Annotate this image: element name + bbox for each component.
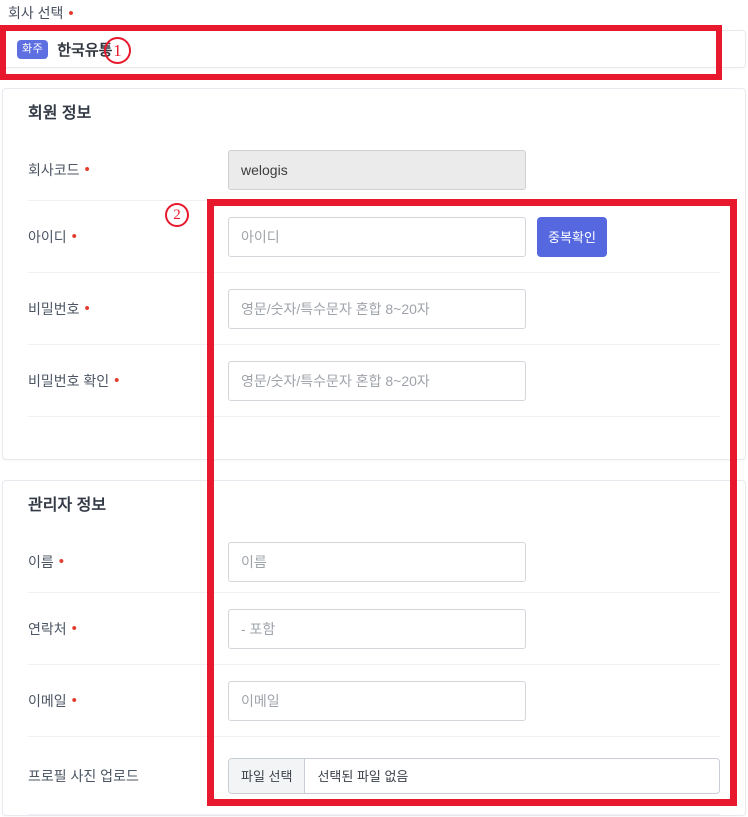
- profile-file-input[interactable]: 파일 선택 선택된 파일 없음: [228, 758, 720, 794]
- required-dot: •: [72, 693, 77, 708]
- contact-row: 연락처 •: [28, 593, 720, 665]
- company-code-label-text: 회사코드: [28, 160, 80, 180]
- selected-company-card[interactable]: 화주 한국유통: [2, 30, 746, 68]
- required-dot: •: [85, 301, 90, 316]
- password-row: 비밀번호 •: [28, 273, 720, 345]
- duplicate-check-button[interactable]: 중복확인: [537, 217, 607, 257]
- password-confirm-label-text: 비밀번호 확인: [28, 371, 109, 391]
- required-dot: •: [114, 373, 119, 388]
- contact-label: 연락처 •: [28, 619, 228, 639]
- email-input[interactable]: [228, 681, 526, 721]
- profile-upload-row: 프로필 사진 업로드 파일 선택 선택된 파일 없음: [28, 737, 720, 815]
- contact-input[interactable]: [228, 609, 526, 649]
- company-code-input: [228, 150, 526, 190]
- required-dot: •: [72, 229, 77, 244]
- company-code-label: 회사코드 •: [28, 160, 228, 180]
- user-id-label: 아이디 •: [28, 227, 228, 247]
- member-info-section: 회원 정보 회사코드 • 아이디 • 중복확인 비밀번호 • 비밀번호 확인 •: [2, 88, 746, 460]
- required-dot: •: [85, 162, 90, 177]
- password-confirm-label: 비밀번호 확인 •: [28, 371, 228, 391]
- shipper-badge: 화주: [17, 40, 48, 59]
- email-label: 이메일 •: [28, 691, 228, 711]
- admin-info-section: 관리자 정보 이름 • 연락처 • 이메일 • 프로필 사진 업로드 파일 선택: [2, 480, 746, 816]
- company-name: 한국유통: [57, 39, 112, 60]
- company-select-label-text: 회사 선택: [8, 3, 63, 23]
- company-select-label: 회사 선택 •: [8, 3, 748, 23]
- file-status-text: 선택된 파일 없음: [305, 766, 420, 785]
- password-confirm-row: 비밀번호 확인 •: [28, 345, 720, 417]
- name-input[interactable]: [228, 542, 526, 582]
- name-label: 이름 •: [28, 552, 228, 572]
- password-input[interactable]: [228, 289, 526, 329]
- required-dot: •: [72, 621, 77, 636]
- contact-label-text: 연락처: [28, 619, 67, 639]
- name-label-text: 이름: [28, 552, 54, 572]
- company-code-row: 회사코드 •: [28, 139, 720, 201]
- admin-info-title: 관리자 정보: [28, 495, 720, 517]
- user-id-row: 아이디 • 중복확인: [28, 201, 720, 273]
- name-row: 이름 •: [28, 531, 720, 593]
- user-id-label-text: 아이디: [28, 227, 67, 247]
- required-dot: •: [68, 6, 73, 21]
- email-row: 이메일 •: [28, 665, 720, 737]
- password-confirm-input[interactable]: [228, 361, 526, 401]
- member-info-title: 회원 정보: [28, 103, 720, 125]
- password-label-text: 비밀번호: [28, 299, 80, 319]
- password-label: 비밀번호 •: [28, 299, 228, 319]
- signup-page: 회사 선택 • 화주 한국유통 회원 정보 회사코드 • 아이디 • 중복확인 비밀번…: [0, 3, 748, 817]
- user-id-input[interactable]: [228, 217, 526, 257]
- required-dot: •: [59, 554, 64, 569]
- file-select-button[interactable]: 파일 선택: [229, 759, 305, 793]
- email-label-text: 이메일: [28, 691, 67, 711]
- profile-upload-label: 프로필 사진 업로드: [28, 766, 228, 786]
- profile-upload-label-text: 프로필 사진 업로드: [28, 766, 139, 786]
